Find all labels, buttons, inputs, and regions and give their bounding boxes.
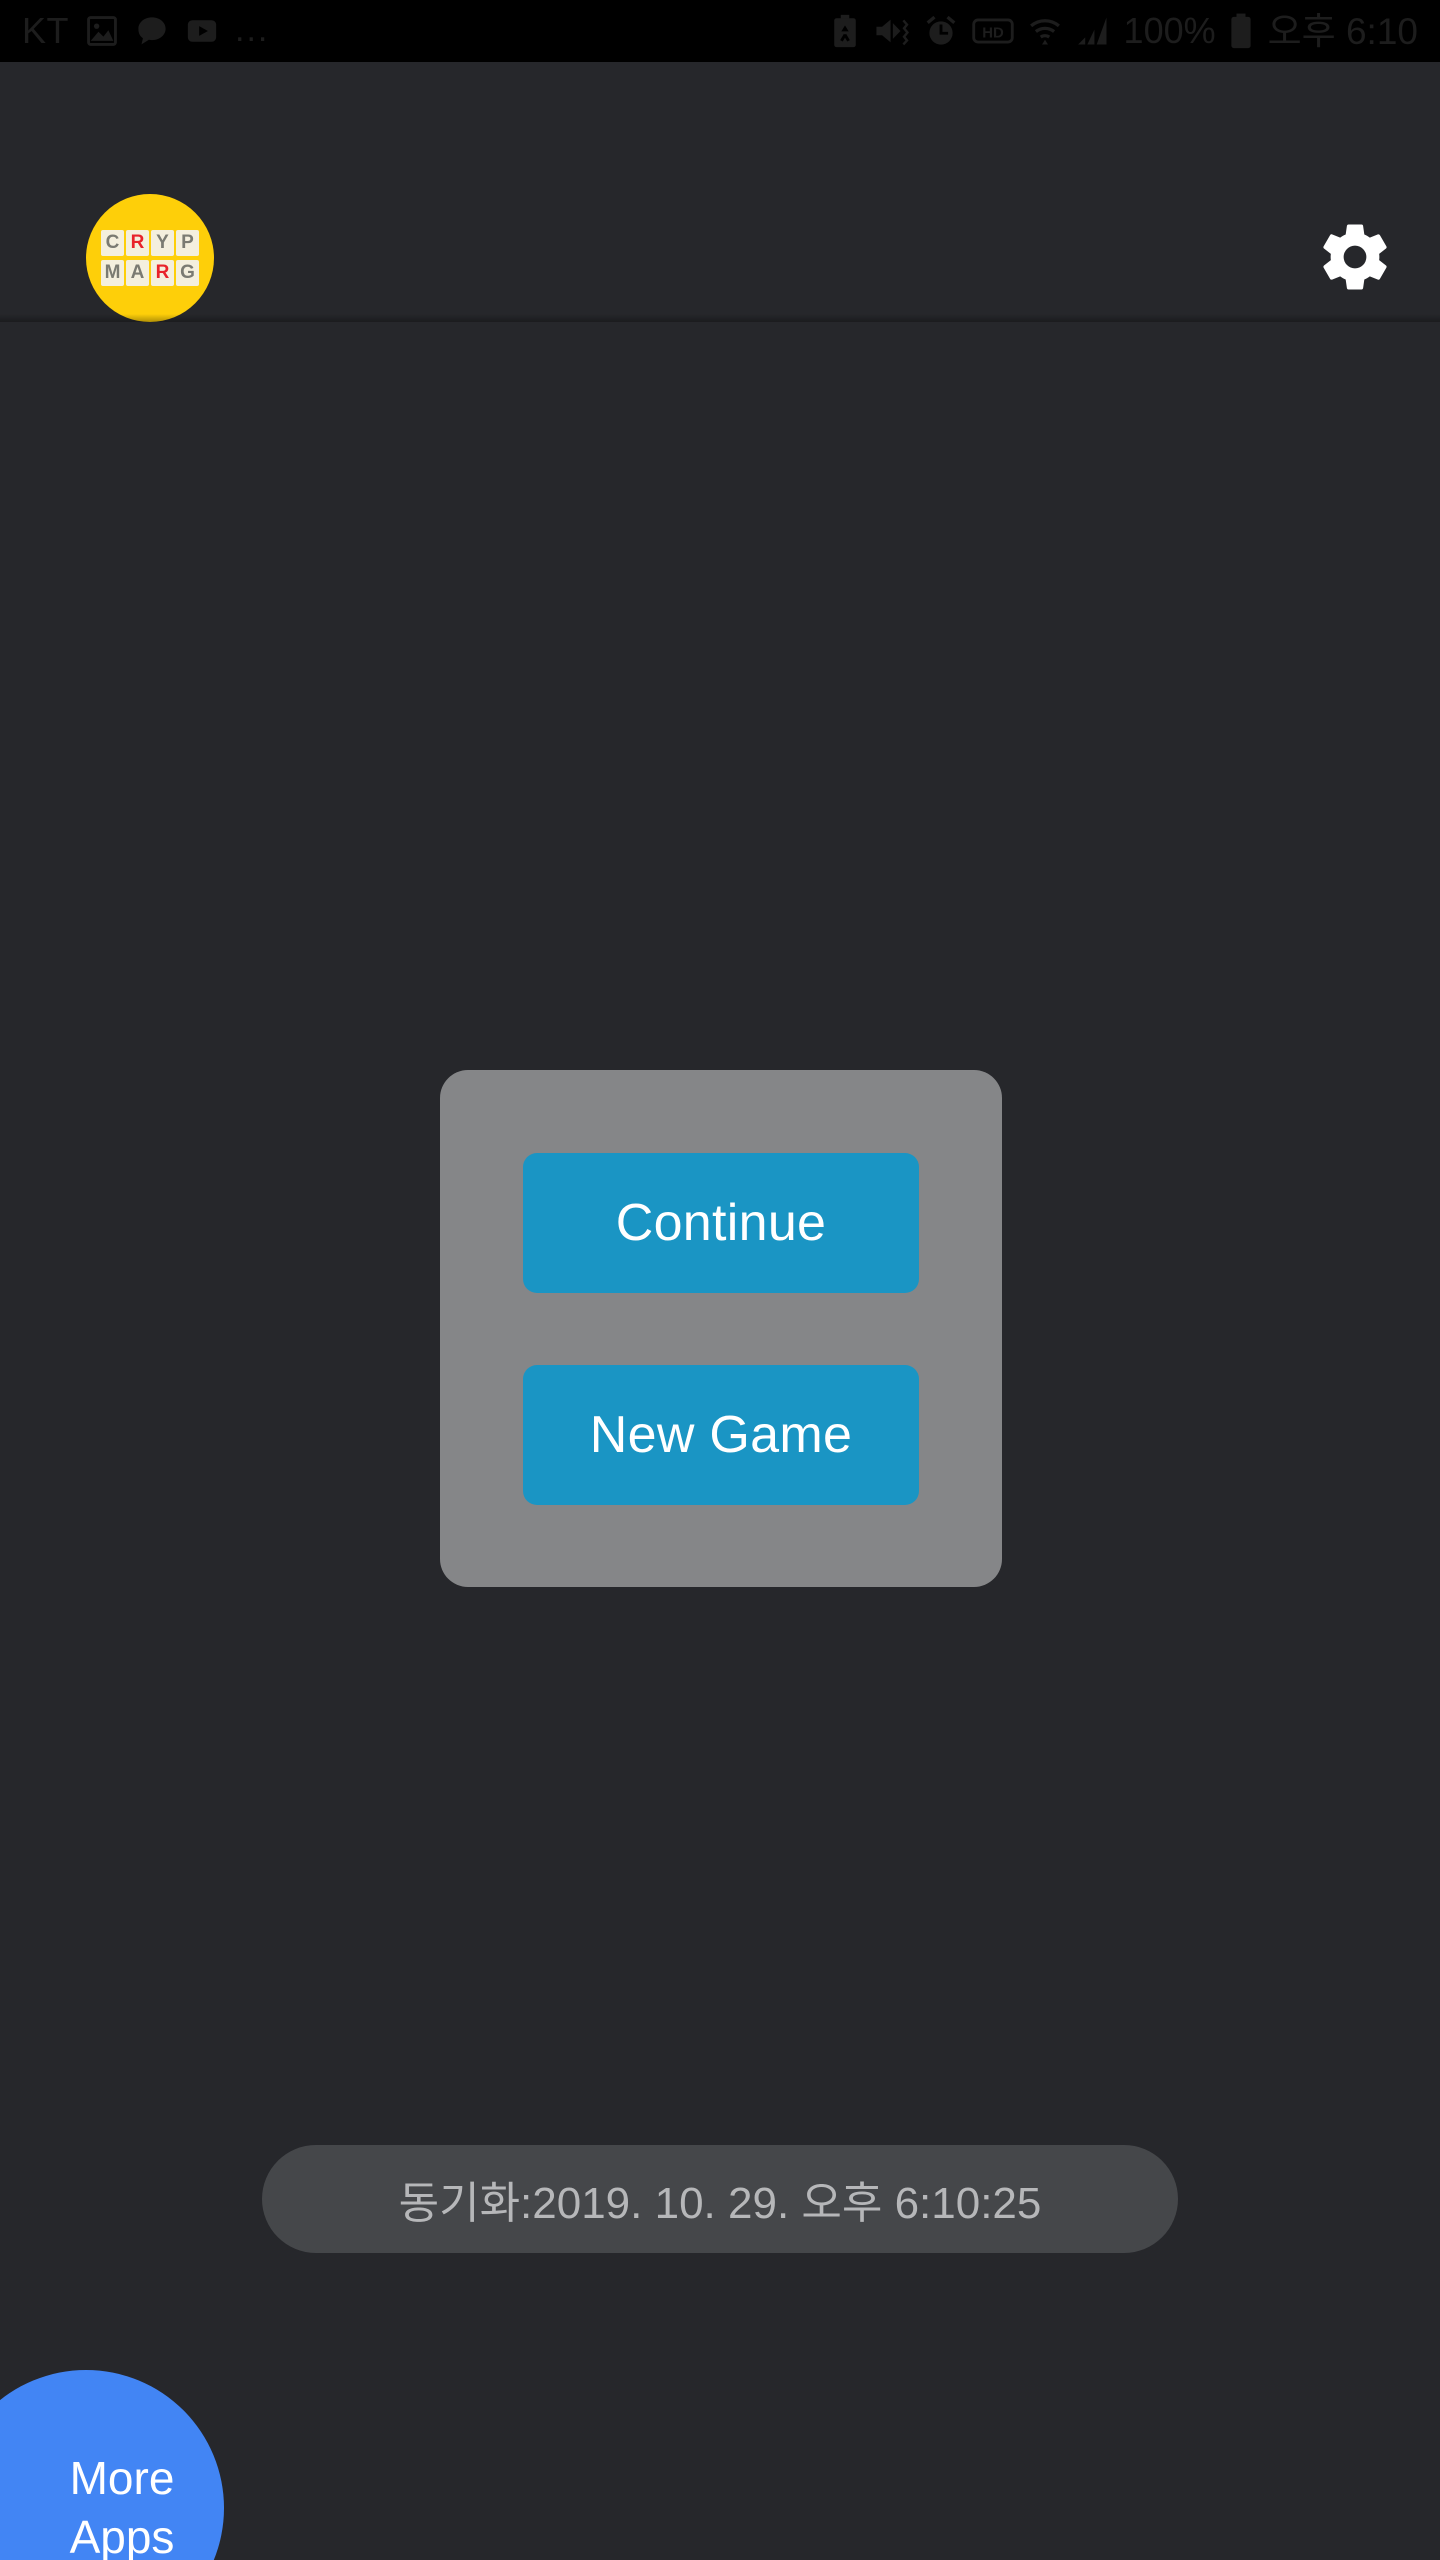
battery-full-icon	[1229, 13, 1253, 49]
app-toolbar: C R Y P M A R G	[0, 62, 1440, 322]
app-screen: KT ... HD 100% 오후 6:10 C R Y P M A R G C…	[0, 0, 1440, 2560]
sync-status-toast: 동기화:2019. 10. 29. 오후 6:10:25	[262, 2145, 1178, 2253]
youtube-icon	[185, 14, 219, 48]
alarm-clock-icon	[924, 14, 958, 48]
status-bar-clock: 오후 6:10	[1267, 10, 1418, 52]
hd-icon: HD	[971, 14, 1015, 48]
logo-tile: Y	[151, 230, 174, 256]
logo-tile: A	[126, 260, 149, 286]
logo-tile: G	[176, 260, 199, 286]
more-apps-label-line2: Apps	[69, 2511, 175, 2560]
wifi-icon	[1028, 14, 1062, 48]
status-bar-right: HD 100% 오후 6:10	[830, 13, 1418, 50]
logo-tile: P	[176, 230, 199, 256]
gear-icon	[1316, 218, 1394, 301]
settings-button[interactable]	[1300, 204, 1410, 314]
continue-button[interactable]: Continue	[523, 1152, 919, 1293]
battery-percent-label: 100%	[1123, 10, 1216, 51]
main-content: Continue New Game 동기화:2019. 10. 29. 오후 6…	[0, 322, 1440, 2560]
logo-tile: C	[101, 230, 124, 256]
logo-tile: R	[126, 230, 149, 256]
status-bar-left: KT ...	[22, 13, 269, 49]
mute-vibrate-icon	[873, 14, 911, 48]
more-apps-label-line1: More	[69, 2452, 175, 2505]
logo-tile: R	[151, 260, 174, 286]
svg-text:HD: HD	[982, 26, 1004, 42]
logo-row-bottom: M A R G	[101, 260, 199, 286]
carrier-label: KT	[22, 10, 70, 51]
sync-status-label: 동기화:2019. 10. 29. 오후 6:10:25	[398, 2179, 1042, 2228]
battery-saver-icon	[830, 14, 860, 48]
chat-bubble-icon	[135, 14, 169, 48]
more-apps-button[interactable]: More Apps	[0, 2370, 224, 2560]
main-menu-panel: Continue New Game	[440, 1070, 1002, 1587]
app-logo[interactable]: C R Y P M A R G	[86, 194, 214, 322]
new-game-button[interactable]: New Game	[523, 1364, 919, 1505]
logo-tile: M	[101, 260, 124, 286]
logo-row-top: C R Y P	[101, 230, 199, 256]
cellular-signal-icon	[1075, 14, 1111, 48]
gallery-icon	[85, 14, 119, 48]
status-overflow-label: ...	[235, 11, 270, 50]
status-bar: KT ... HD 100% 오후 6:10	[0, 0, 1440, 62]
